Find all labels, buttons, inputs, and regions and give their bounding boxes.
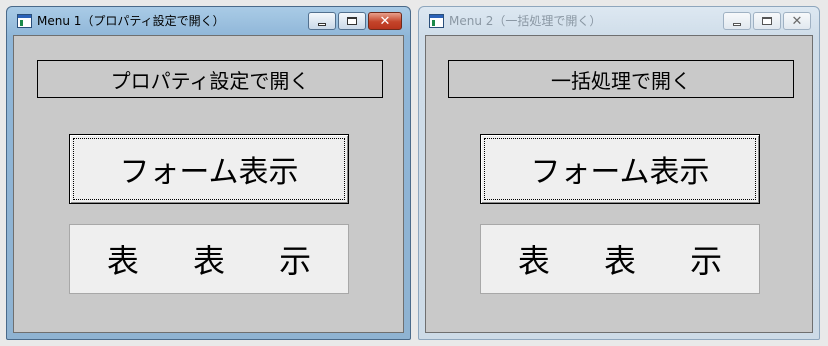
window-controls: ✕	[723, 12, 811, 30]
maximize-button[interactable]	[753, 12, 781, 30]
window-title: Menu 2（一括処理で開く）	[449, 14, 602, 28]
close-icon: ✕	[791, 13, 803, 29]
title-bar[interactable]: Menu 2（一括処理で開く） ✕	[425, 7, 813, 35]
minimize-icon	[733, 22, 741, 26]
window-controls: ✕	[308, 12, 402, 30]
minimize-button[interactable]	[308, 12, 336, 30]
form-window-icon[interactable]	[429, 14, 444, 28]
minimize-icon	[318, 22, 326, 26]
window-title: Menu 1（プロパティ設定で開く）	[37, 14, 225, 28]
table-display-button[interactable]: 表 表 示	[69, 224, 349, 294]
menu2-window[interactable]: Menu 2（一括処理で開く） ✕ 一括処理で開く フォーム表示 表 表 示	[418, 6, 820, 340]
title-bar[interactable]: Menu 1（プロパティ設定で開く） ✕	[13, 7, 404, 35]
maximize-button[interactable]	[338, 12, 366, 30]
form-client-area: 一括処理で開く フォーム表示 表 表 示	[425, 35, 813, 333]
maximize-icon	[762, 17, 772, 25]
form-display-button[interactable]: フォーム表示	[69, 134, 349, 204]
close-button[interactable]: ✕	[783, 12, 811, 30]
caption-label: 一括処理で開く	[448, 60, 794, 98]
close-button[interactable]: ✕	[368, 12, 402, 30]
form-client-area: プロパティ設定で開く フォーム表示 表 表 示	[13, 35, 404, 333]
table-display-button[interactable]: 表 表 示	[480, 224, 760, 294]
form-display-button[interactable]: フォーム表示	[480, 134, 760, 204]
minimize-button[interactable]	[723, 12, 751, 30]
close-icon: ✕	[379, 13, 391, 29]
desktop: Menu 1（プロパティ設定で開く） ✕ プロパティ設定で開く フォーム表示 表…	[0, 0, 828, 346]
menu1-window[interactable]: Menu 1（プロパティ設定で開く） ✕ プロパティ設定で開く フォーム表示 表…	[6, 6, 411, 340]
maximize-icon	[347, 17, 357, 25]
caption-label: プロパティ設定で開く	[37, 60, 383, 98]
form-window-icon[interactable]	[17, 14, 32, 28]
